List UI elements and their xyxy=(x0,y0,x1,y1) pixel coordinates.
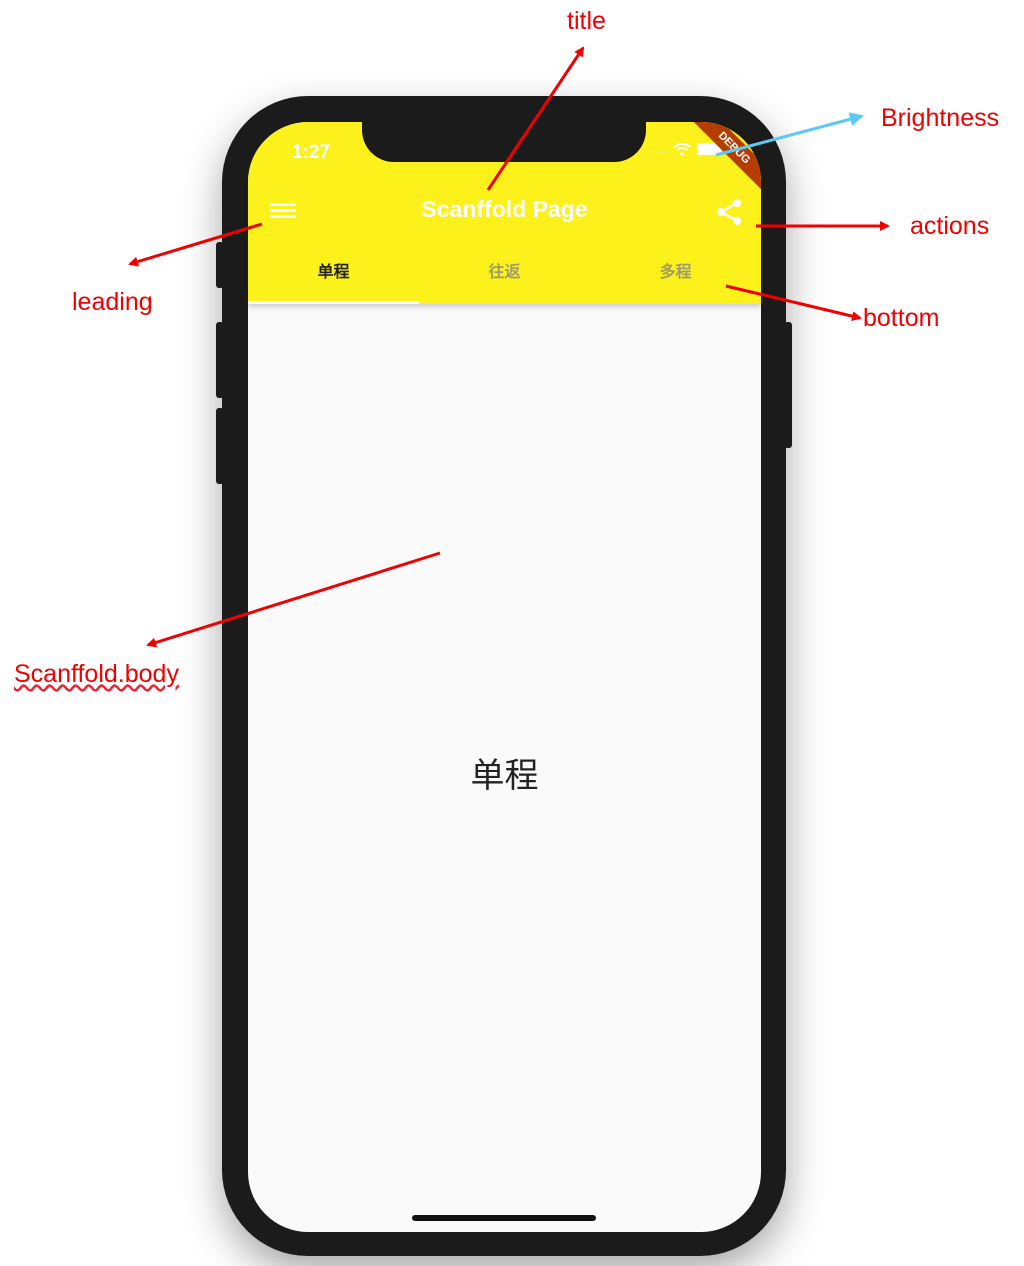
annotation-leading: leading xyxy=(72,288,153,316)
body-text: 单程 xyxy=(470,757,539,795)
side-button-volume-down xyxy=(216,408,224,484)
wifi-icon xyxy=(673,143,691,156)
debug-banner: DEBUG xyxy=(688,122,761,194)
status-time: 1:27 xyxy=(292,142,331,163)
side-button-volume-up xyxy=(216,322,224,398)
side-button-silent xyxy=(216,242,224,288)
annotation-bottom: bottom xyxy=(863,304,940,332)
page-title: Scanffold Page xyxy=(421,196,588,222)
tab-multi-city[interactable]: 多程 xyxy=(590,250,761,304)
home-indicator[interactable] xyxy=(412,1215,596,1221)
phone-notch xyxy=(362,122,646,162)
share-icon[interactable] xyxy=(713,196,745,228)
status-icons: .... xyxy=(650,142,721,156)
tab-bar: 单程 往返 多程 xyxy=(248,250,761,304)
phone-screen: 1:27 .... DEBUG Scanffold Page 单程 往返 多程 xyxy=(248,122,761,1232)
annotation-actions: actions xyxy=(910,212,990,240)
signal-icon: .... xyxy=(649,142,667,156)
annotation-body: Scanffold.body xyxy=(14,660,179,688)
tab-one-way[interactable]: 单程 xyxy=(248,250,419,304)
annotation-brightness: Brightness xyxy=(881,104,1000,132)
annotation-title: title xyxy=(567,7,606,35)
side-button-power xyxy=(784,322,792,448)
tab-round-trip[interactable]: 往返 xyxy=(419,250,590,304)
